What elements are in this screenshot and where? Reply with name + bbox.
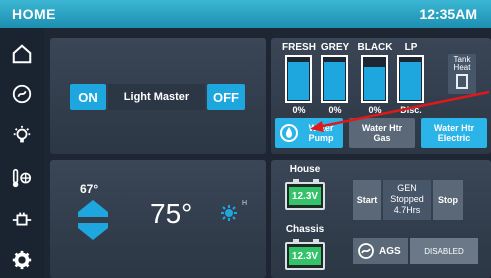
water-heater-electric-label-line1: Water Htr xyxy=(433,123,475,133)
water-heater-gas-button[interactable]: Water Htr Gas xyxy=(349,118,415,148)
lights-on-button[interactable]: ON xyxy=(70,84,106,110)
clock: 12:35AM xyxy=(419,6,477,22)
tank-label-lp: LP xyxy=(404,42,418,53)
ags-icon xyxy=(358,243,374,259)
chassis-battery-voltage: 12.3V xyxy=(289,247,321,265)
generator-stop-button[interactable]: Stop xyxy=(433,180,463,220)
temperature-setpoint: 67° xyxy=(80,182,99,196)
ags-button[interactable]: AGS xyxy=(353,238,408,264)
generator-status: GEN Stopped 4.7Hrs xyxy=(383,180,431,220)
chassis-battery-indicator: 12.3V xyxy=(285,239,325,270)
tank-label-fresh: FRESH xyxy=(282,42,316,53)
tank-label-grey: GREY xyxy=(320,42,350,53)
water-heater-gas-label-line2: Gas xyxy=(373,133,391,143)
house-battery-label: House xyxy=(289,164,321,175)
water-heater-electric-label-line2: Electric xyxy=(437,133,471,143)
tanks-panel: FRESH 0% GREY 0% BLACK 0% LP Disc. Tank … xyxy=(271,38,491,154)
tank-label-black: BLACK xyxy=(357,42,393,53)
generator-status-line1: GEN xyxy=(397,183,417,193)
generator-icon xyxy=(12,84,32,104)
sidebar-item-settings[interactable] xyxy=(6,244,38,276)
generator-start-button[interactable]: Start xyxy=(353,180,381,220)
climate-panel: 67° 75° H xyxy=(50,160,266,278)
power-panel: House 12.3V Chassis 12.3V Start GEN Stop… xyxy=(271,160,491,278)
ags-label: AGS xyxy=(379,245,401,257)
sidebar-item-home[interactable] xyxy=(6,38,38,70)
ags-status: DISABLED xyxy=(410,238,478,264)
sidebar-item-lights[interactable] xyxy=(6,120,38,152)
temperature-up-bar[interactable] xyxy=(78,212,108,217)
tank-gauge-black xyxy=(361,55,388,103)
tank-gauge-fresh xyxy=(285,55,312,103)
gear-icon xyxy=(12,250,32,270)
chassis-battery-label: Chassis xyxy=(285,224,325,235)
light-bulb-icon xyxy=(13,125,31,143)
sidebar-item-climate[interactable] xyxy=(6,162,38,194)
tank-percent-fresh: 0% xyxy=(292,105,306,115)
water-heater-electric-button[interactable]: Water Htr Electric xyxy=(421,118,487,148)
light-master-label: Light Master xyxy=(108,84,205,110)
water-pump-label-line1: Water xyxy=(308,123,334,133)
thermostat-fan-icon xyxy=(12,168,32,188)
tank-percent-black: 0% xyxy=(368,105,382,115)
sidebar xyxy=(0,28,44,278)
tank-gauge-grey xyxy=(321,55,348,103)
temperature-down-arrow[interactable] xyxy=(78,228,108,240)
water-pump-icon xyxy=(280,124,298,142)
top-bar: HOME 12:35AM xyxy=(0,0,491,28)
water-heater-gas-label-line1: Water Htr xyxy=(361,123,403,133)
tank-percent-grey: 0% xyxy=(328,105,342,115)
current-temperature: 75° xyxy=(150,198,193,229)
fan-speed-mark: H xyxy=(242,200,248,207)
tank-percent-lp: Disc. xyxy=(400,105,422,115)
tank-heat-label-line2: Heat xyxy=(453,63,471,72)
page-title: HOME xyxy=(12,6,56,22)
sidebar-item-generator[interactable] xyxy=(6,78,38,110)
home-icon xyxy=(12,44,32,64)
house-battery-indicator: 12.3V xyxy=(285,179,325,210)
tank-heat-icon xyxy=(456,74,468,89)
generator-status-line2: Stopped xyxy=(390,194,424,204)
touch-screen: HOME 12:35AM ON Light Master OFF FRESH 0… xyxy=(0,0,491,278)
temperature-up-arrow[interactable] xyxy=(78,200,108,212)
generator-hours: 4.7Hrs xyxy=(393,205,421,215)
power-plug-icon xyxy=(12,212,32,226)
water-pump-button[interactable]: Water Pump xyxy=(275,118,343,148)
lights-off-button[interactable]: OFF xyxy=(207,84,245,110)
sidebar-item-power[interactable] xyxy=(6,204,38,236)
tank-gauge-lp xyxy=(397,55,424,103)
house-battery-voltage: 12.3V xyxy=(289,187,321,205)
water-pump-label-line2: Pump xyxy=(308,133,334,143)
tank-heat-button[interactable]: Tank Heat xyxy=(448,54,476,94)
light-master-panel: ON Light Master OFF xyxy=(50,38,266,154)
fan-mode-icon[interactable] xyxy=(220,204,238,222)
